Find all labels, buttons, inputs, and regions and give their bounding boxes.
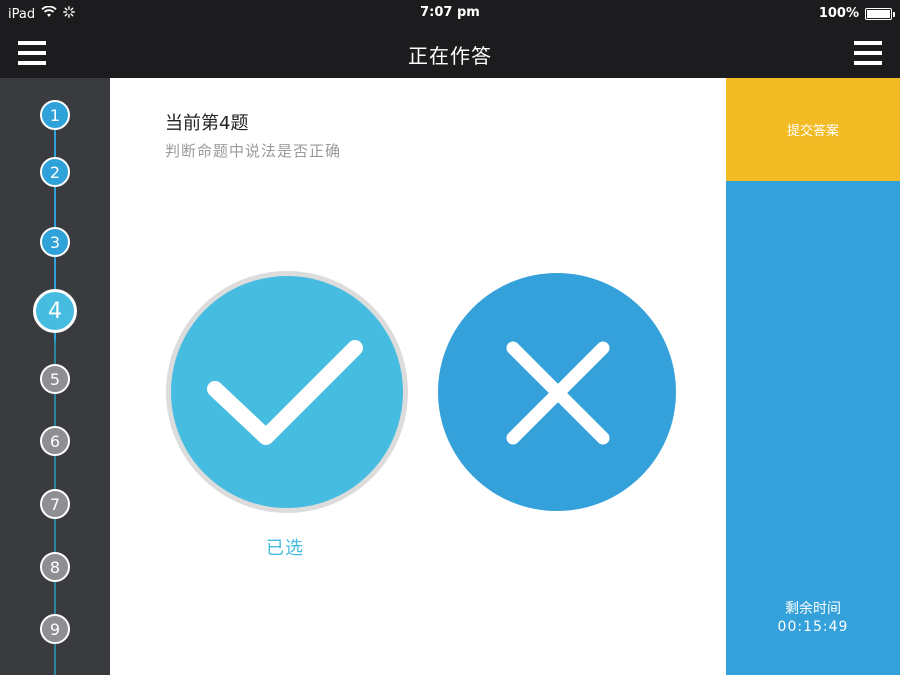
question-number-8[interactable]: 8: [40, 552, 70, 582]
status-right: 100%: [818, 6, 895, 21]
timer-value: 00:15:49: [777, 619, 849, 635]
nav-bar: 正在作答: [0, 28, 900, 78]
page-title: 正在作答: [408, 44, 492, 68]
question-number-6[interactable]: 6: [40, 426, 70, 456]
question-number-2[interactable]: 2: [40, 157, 70, 187]
battery-percent: 100%: [818, 6, 859, 21]
selected-label: 已选: [266, 538, 304, 559]
question-panel: 当前第4题 判断命题中说法是否正确 已选: [110, 78, 726, 675]
question-number-5[interactable]: 5: [40, 364, 70, 394]
menu-icon[interactable]: [854, 41, 882, 65]
question-number-4[interactable]: 4: [33, 289, 77, 333]
checkmark-icon: [207, 340, 363, 445]
question-number-3[interactable]: 3: [40, 227, 70, 257]
question-subtitle: 判断命题中说法是否正确: [165, 142, 342, 160]
status-time: 7:07 pm: [420, 5, 480, 20]
timer-panel: 剩余时间 00:15:49: [726, 181, 900, 675]
submit-answer-button[interactable]: 提交答案: [726, 78, 900, 181]
question-number-1[interactable]: 1: [40, 100, 70, 130]
question-number-9[interactable]: 9: [40, 614, 70, 644]
question-number-7[interactable]: 7: [40, 489, 70, 519]
true-option-button[interactable]: [166, 271, 408, 513]
submit-answer-label: 提交答案: [786, 124, 839, 139]
false-option-button[interactable]: [438, 273, 676, 511]
battery-icon: [865, 7, 895, 20]
status-bar: iPad 7:07 pm 100%: [0, 0, 900, 28]
cross-icon: [506, 341, 610, 445]
question-title: 当前第4题: [165, 113, 249, 134]
question-sidebar: 1 2 3 4 5 6 7 8 9: [0, 78, 110, 675]
timer-label: 剩余时间: [785, 601, 841, 617]
